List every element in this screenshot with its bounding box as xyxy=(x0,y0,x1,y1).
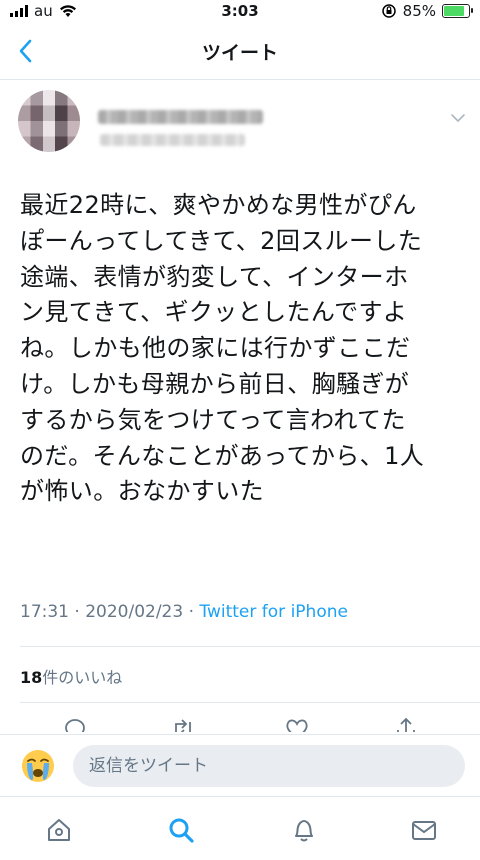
tab-bar xyxy=(0,796,480,860)
status-bar: au 3:03 85% xyxy=(0,0,480,22)
tweet-line: 最近22時に、爽やかめな男性がぴん xyxy=(20,191,417,219)
reply-bar xyxy=(0,734,480,796)
tweet-line: が怖い。おなかすいた xyxy=(20,477,264,506)
crying-face-avatar-icon[interactable] xyxy=(20,748,56,784)
avatar[interactable] xyxy=(18,90,80,152)
mail-icon xyxy=(412,821,436,840)
tweet-line: ね。しかも他の家には行かずここだ xyxy=(20,334,411,363)
likes-count[interactable]: 18件のいいね xyxy=(20,664,122,688)
tweet-line: のだ。そんなことがあってから、1人 xyxy=(20,441,425,470)
tweet-meta: 17:31 · 2020/02/23 · Twitter for iPhone xyxy=(20,602,348,622)
tweet-timestamp: 17:31 · 2020/02/23 · xyxy=(20,602,200,622)
tab-home[interactable] xyxy=(44,815,74,845)
orientation-lock-icon xyxy=(381,4,396,18)
likes-number: 18 xyxy=(20,668,43,687)
likes-label: 件のいいね xyxy=(42,668,123,687)
tweet-line: するから気をつけてって言われてた xyxy=(20,405,406,434)
share-icon[interactable] xyxy=(393,716,419,732)
tweet-line: 途端、表情が豹変して、インターホ xyxy=(20,262,409,291)
retweet-icon[interactable] xyxy=(170,716,196,732)
tweet-text: 最近22時に、爽やかめな男性がぴん ぽーんってしてきて、2回スルーした 途端、表… xyxy=(20,188,468,510)
tab-notifications[interactable] xyxy=(289,815,319,845)
tweet-actions xyxy=(0,716,480,732)
chevron-down-icon[interactable] xyxy=(450,110,466,126)
battery-icon xyxy=(442,4,473,18)
like-icon[interactable] xyxy=(284,716,310,732)
reply-input[interactable] xyxy=(73,745,465,787)
tab-search[interactable] xyxy=(166,815,196,845)
search-icon xyxy=(169,818,194,843)
tab-messages[interactable] xyxy=(409,815,439,845)
status-right: 85% xyxy=(381,2,473,20)
tweet-line: ン見てきて、ギクッとしたんですよ xyxy=(20,298,408,327)
reply-icon[interactable] xyxy=(62,716,88,732)
username-blurred xyxy=(100,134,245,146)
page-title: ツイート xyxy=(201,42,278,64)
tweet-line: ぽーんってしてきて、2回スルーした xyxy=(20,226,423,255)
nav-bar: ツイート xyxy=(0,22,480,80)
source-link[interactable]: Twitter for iPhone xyxy=(199,602,348,622)
display-name-blurred[interactable] xyxy=(98,110,263,124)
divider xyxy=(20,702,480,703)
bell-icon xyxy=(295,820,313,842)
battery-percent: 85% xyxy=(402,2,436,20)
divider xyxy=(20,646,480,647)
home-icon xyxy=(48,819,70,841)
battery-fill xyxy=(444,6,465,16)
tweet-line: け。しかも母親から前日、胸騒ぎが xyxy=(20,369,410,398)
